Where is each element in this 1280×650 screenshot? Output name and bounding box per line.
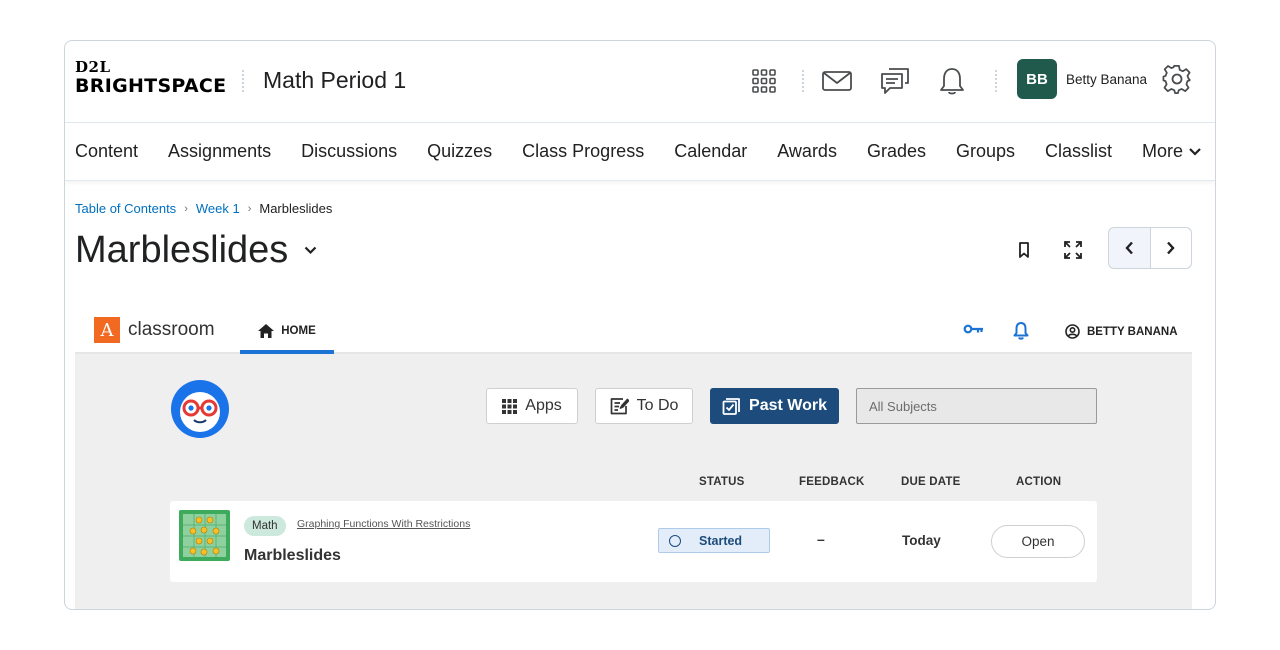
bell-icon[interactable] (1013, 321, 1029, 340)
column-header-status: STATUS (699, 476, 745, 488)
due-date-value: Today (902, 533, 941, 548)
header-divider (802, 70, 804, 92)
nav-item-groups[interactable]: Groups (956, 141, 1015, 162)
feedback-value: – (817, 531, 825, 547)
chevron-left-icon (1125, 241, 1133, 255)
unit-link[interactable]: Graphing Functions With Restrictions (297, 518, 470, 530)
activity-thumbnail (179, 510, 230, 561)
column-header-feedback: FEEDBACK (799, 476, 865, 488)
classroom-logo-mark: A (94, 317, 120, 343)
todo-button[interactable]: To Do (595, 388, 693, 424)
status-circle-icon (669, 534, 681, 547)
breadcrumb-week-1[interactable]: Week 1 (196, 201, 240, 216)
apps-button[interactable]: Apps (486, 388, 578, 424)
column-header-due-date: DUE DATE (901, 476, 961, 488)
page-title[interactable]: Marbleslides (75, 229, 317, 272)
course-title[interactable]: Math Period 1 (263, 67, 406, 94)
user-name[interactable]: Betty Banana (1066, 72, 1147, 87)
classroom-user-menu[interactable]: BETTY BANANA (1065, 324, 1178, 339)
mail-icon[interactable] (819, 63, 855, 99)
breadcrumb: Table of Contents › Week 1 › Marbleslide… (75, 201, 332, 216)
classroom-user-label: BETTY BANANA (1087, 325, 1178, 338)
nav-item-classlist[interactable]: Classlist (1045, 141, 1112, 162)
subject-badge: Math (244, 516, 286, 536)
activity-title: Marbleslides (244, 547, 341, 564)
open-button[interactable]: Open (991, 525, 1085, 558)
nav-item-grades[interactable]: Grades (867, 141, 926, 162)
chevron-down-icon (305, 246, 317, 255)
nav-item-class-progress[interactable]: Class Progress (522, 141, 644, 162)
logo-d2l-text: D2L (75, 58, 111, 76)
nav-item-discussions[interactable]: Discussions (301, 141, 397, 162)
header-divider (242, 70, 244, 92)
past-work-button[interactable]: Past Work (710, 388, 839, 424)
classroom-logo-word: classroom (128, 319, 215, 340)
apps-button-label: Apps (525, 397, 562, 414)
tab-home[interactable]: HOME (240, 311, 334, 354)
next-topic-button[interactable] (1149, 228, 1191, 268)
user-circle-icon (1065, 324, 1080, 339)
breadcrumb-current: Marbleslides (259, 201, 333, 216)
chevron-right-icon (1167, 241, 1175, 255)
user-avatar[interactable]: BB (1017, 59, 1057, 99)
mascot-avatar-icon (171, 380, 229, 438)
topic-pager (1108, 227, 1192, 269)
past-work-button-label: Past Work (749, 397, 827, 414)
nav-item-calendar[interactable]: Calendar (674, 141, 747, 162)
nav-more-label: More (1142, 141, 1184, 161)
todo-button-label: To Do (636, 397, 679, 414)
d2l-brightspace-logo[interactable]: D2L BRIGHTSPACE (75, 59, 226, 97)
nav-item-quizzes[interactable]: Quizzes (427, 141, 492, 162)
breadcrumb-separator-icon: › (184, 202, 188, 215)
classroom-header: A classroom HOME BETTY BANANA (75, 311, 1192, 354)
previous-topic-button[interactable] (1109, 228, 1150, 268)
subject-filter-select[interactable]: All Subjects (856, 388, 1097, 424)
status-label: Started (699, 533, 743, 548)
bell-icon[interactable] (934, 63, 970, 99)
column-header-action: ACTION (1016, 476, 1062, 488)
activity-row: Math Graphing Functions With Restriction… (170, 501, 1097, 582)
nav-item-assignments[interactable]: Assignments (168, 141, 271, 162)
tab-home-label: HOME (281, 324, 316, 337)
bookmark-icon[interactable] (1011, 237, 1037, 263)
checkbox-icon (722, 397, 740, 415)
chevron-down-icon (1189, 147, 1201, 156)
breadcrumb-table-of-contents[interactable]: Table of Contents (75, 201, 176, 216)
logo-brightspace-text: BRIGHTSPACE (75, 75, 227, 97)
gear-icon[interactable] (1159, 61, 1195, 97)
edit-list-icon (610, 398, 629, 415)
home-icon (258, 323, 275, 338)
chat-bubbles-icon[interactable] (877, 63, 913, 99)
breadcrumb-separator-icon: › (247, 202, 252, 215)
browser-frame: D2L BRIGHTSPACE Math Period 1 BB Betty B… (64, 40, 1216, 610)
header-divider (995, 70, 997, 92)
grid-icon (502, 398, 518, 414)
nav-item-awards[interactable]: Awards (777, 141, 837, 162)
waffle-grid-icon[interactable] (746, 63, 782, 99)
course-navbar: Content Assignments Discussions Quizzes … (65, 123, 1215, 181)
classroom-body: Apps To Do Past Work All Subjects STATUS… (75, 354, 1192, 609)
nav-more-menu[interactable]: More (1142, 141, 1201, 162)
nav-item-content[interactable]: Content (75, 141, 138, 162)
status-badge: Started (658, 528, 770, 553)
embedded-classroom-frame: A classroom HOME BETTY BANANA Apps To Do… (75, 311, 1192, 609)
classroom-logo[interactable]: A classroom (94, 317, 215, 343)
page-title-text: Marbleslides (75, 229, 289, 271)
top-header: D2L BRIGHTSPACE Math Period 1 BB Betty B… (65, 41, 1215, 123)
fullscreen-icon[interactable] (1060, 237, 1086, 263)
key-icon[interactable] (963, 323, 985, 335)
